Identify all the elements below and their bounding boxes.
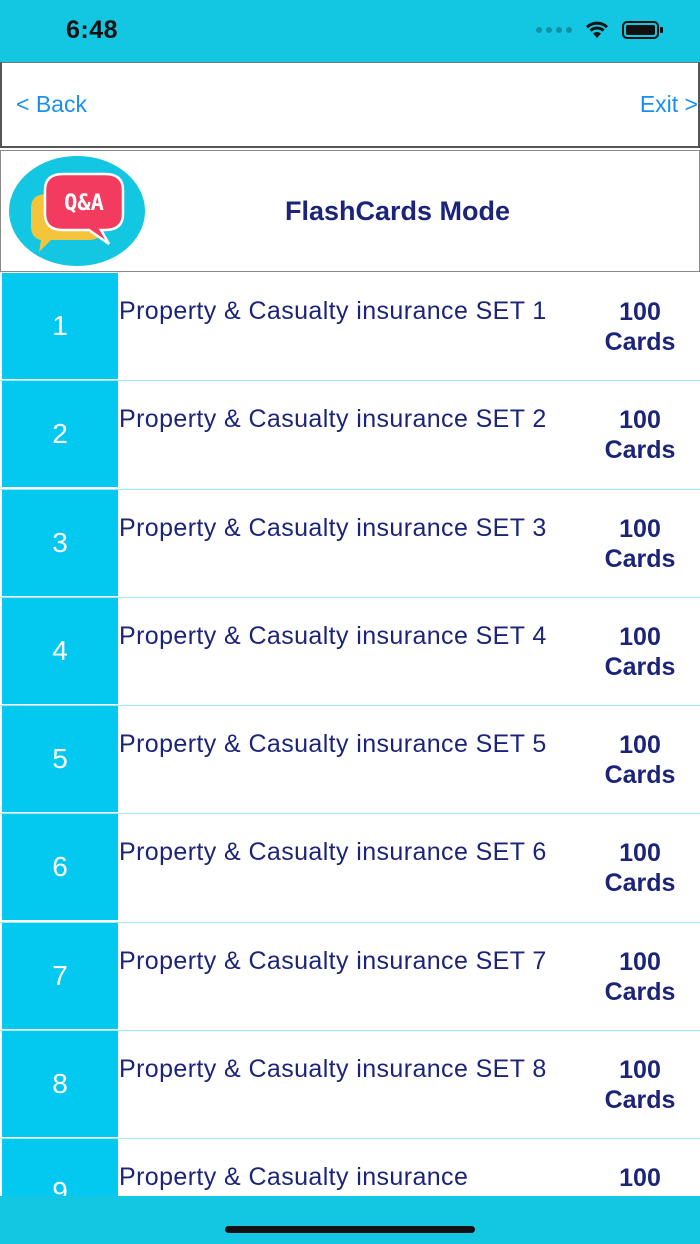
card-count-value: 100 xyxy=(619,298,661,326)
card-count-value: 100 xyxy=(619,406,661,435)
set-card-count: 100 Cards xyxy=(590,297,690,357)
card-count-unit: Cards xyxy=(604,652,676,681)
set-row-8[interactable]: 8 Property & Casualty insurance SET 8 10… xyxy=(0,1031,700,1140)
set-row-1[interactable]: 1 Property & Casualty insurance SET 1 10… xyxy=(0,273,700,382)
set-row-4[interactable]: 4 Property & Casualty insurance SET 4 10… xyxy=(0,597,700,707)
set-number: 4 xyxy=(2,597,118,704)
card-count-unit: Cards xyxy=(604,761,676,790)
card-count-unit: Cards xyxy=(604,1086,676,1115)
card-count-value: 100 xyxy=(619,731,661,760)
set-title: Property & Casualty insurance SET 3 xyxy=(119,513,547,542)
set-card-count: 100 Cards xyxy=(590,947,690,1007)
set-number: 7 xyxy=(2,922,118,1029)
set-card-count: 100 Cards xyxy=(590,514,690,574)
set-title: Property & Casualty insurance SET 8 xyxy=(119,1055,547,1084)
card-count-value: 100 xyxy=(619,947,661,976)
status-icons xyxy=(536,20,664,40)
set-title: Property & Casualty insurance xyxy=(119,1163,469,1192)
set-card-count: 100 Cards xyxy=(590,1055,690,1115)
card-count-unit: Cards xyxy=(604,328,676,356)
set-title: Property & Casualty insurance SET 7 xyxy=(119,946,547,975)
set-card-count: 100 Cards xyxy=(590,838,690,898)
battery-icon xyxy=(622,21,663,39)
set-row-7[interactable]: 7 Property & Casualty insurance SET 7 10… xyxy=(0,922,700,1032)
set-title: Property & Casualty insurance SET 4 xyxy=(119,621,547,650)
card-count-unit: Cards xyxy=(604,869,676,898)
set-title: Property & Casualty insurance SET 2 xyxy=(119,405,547,434)
set-row-3[interactable]: 3 Property & Casualty insurance SET 3 10… xyxy=(0,489,700,598)
card-count-unit: Cards xyxy=(604,436,676,465)
card-count-value: 100 xyxy=(619,1056,661,1085)
page-title: FlashCards Mode xyxy=(285,196,511,226)
set-row-5[interactable]: 5 Property & Casualty insurance SET 5 10… xyxy=(0,706,700,815)
set-card-count: 100 xyxy=(590,1163,690,1193)
set-row-9[interactable]: 9 Property & Casualty insurance 100 xyxy=(0,1139,700,1196)
set-title: Property & Casualty insurance SET 1 xyxy=(119,297,547,325)
mode-header: Q&A FlashCards Mode xyxy=(0,150,700,272)
set-number: 3 xyxy=(2,489,118,596)
status-bar: 6:48 xyxy=(0,0,700,62)
flashcard-set-list: 1 Property & Casualty insurance SET 1 10… xyxy=(0,273,700,1196)
card-count-value: 100 xyxy=(619,839,661,868)
status-time: 6:48 xyxy=(66,16,119,44)
set-title: Property & Casualty insurance SET 6 xyxy=(119,838,547,867)
qa-chat-bubbles-icon: Q&A xyxy=(9,156,145,266)
set-card-count: 100 Cards xyxy=(590,622,690,682)
card-count-value: 100 xyxy=(619,514,661,543)
set-row-2[interactable]: 2 Property & Casualty insurance SET 2 10… xyxy=(0,381,700,490)
card-count-value: 100 xyxy=(619,622,661,651)
exit-button[interactable]: Exit > xyxy=(640,91,698,118)
home-indicator[interactable] xyxy=(225,1226,475,1233)
card-count-unit: Cards xyxy=(604,977,676,1006)
set-title: Property & Casualty insurance SET 5 xyxy=(119,730,547,759)
back-button[interactable]: < Back xyxy=(16,91,87,118)
card-count-value: 100 xyxy=(619,1164,661,1193)
set-number: 9 xyxy=(2,1139,118,1196)
navigation-bar: < Back Exit > xyxy=(0,62,700,148)
card-count-unit: Cards xyxy=(604,544,676,573)
set-card-count: 100 Cards xyxy=(590,405,690,465)
logo-text: Q&A xyxy=(64,191,104,216)
set-number: 5 xyxy=(2,706,118,813)
cellular-signal-icon xyxy=(536,27,572,33)
set-number: 2 xyxy=(2,381,118,488)
wifi-icon xyxy=(586,21,608,38)
set-number: 1 xyxy=(2,273,118,379)
bottom-bar xyxy=(0,1196,700,1244)
set-number: 6 xyxy=(2,814,118,921)
set-card-count: 100 Cards xyxy=(590,730,690,790)
set-number: 8 xyxy=(2,1031,118,1138)
set-row-6[interactable]: 6 Property & Casualty insurance SET 6 10… xyxy=(0,814,700,923)
